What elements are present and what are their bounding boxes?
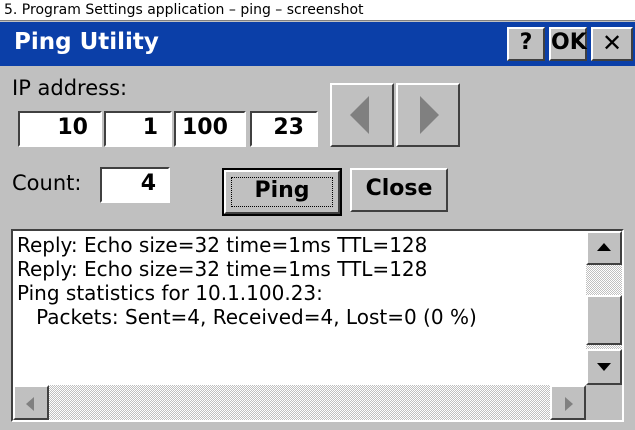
close-window-button[interactable]: ✕ xyxy=(591,27,633,61)
previous-button[interactable] xyxy=(330,83,394,147)
right-arrow-icon xyxy=(420,96,439,134)
scroll-up-button[interactable] xyxy=(586,231,622,265)
vertical-scrollbar[interactable] xyxy=(586,231,622,385)
vertical-scroll-thumb[interactable] xyxy=(586,295,622,345)
ping-utility-window: Ping Utility ? OK ✕ IP address: 10 1 100… xyxy=(0,20,635,430)
horizontal-scrollbar[interactable] xyxy=(13,385,586,420)
ip-octet-1-field[interactable]: 10 xyxy=(18,111,102,147)
left-arrow-icon xyxy=(350,96,369,134)
help-button[interactable]: ? xyxy=(507,27,545,61)
close-button[interactable]: Close xyxy=(350,168,448,212)
next-button[interactable] xyxy=(396,83,460,147)
ip-octet-2-field[interactable]: 1 xyxy=(104,111,172,147)
ok-button[interactable]: OK xyxy=(549,27,587,61)
left-arrow-icon xyxy=(26,397,34,411)
count-label: Count: xyxy=(12,171,82,195)
output-line: Reply: Echo size=32 time=1ms TTL=128 xyxy=(17,257,428,281)
ping-output-box: Reply: Echo size=32 time=1ms TTL=128 Repl… xyxy=(11,229,624,422)
title-bar: Ping Utility ? OK ✕ xyxy=(0,22,635,66)
ip-octet-4-field[interactable]: 23 xyxy=(250,111,318,147)
ip-address-label: IP address: xyxy=(12,76,128,100)
up-arrow-icon xyxy=(597,243,611,251)
down-arrow-icon xyxy=(597,363,611,371)
output-line: Ping statistics for 10.1.100.23: xyxy=(17,281,323,305)
ping-output-text: Reply: Echo size=32 time=1ms TTL=128 Repl… xyxy=(17,233,577,385)
page-caption: 5. Program Settings application – ping –… xyxy=(4,2,364,18)
ip-octet-3-field[interactable]: 100 xyxy=(174,111,246,147)
count-field[interactable]: 4 xyxy=(100,167,170,203)
scroll-left-button[interactable] xyxy=(13,385,49,420)
output-line: Reply: Echo size=32 time=1ms TTL=128 xyxy=(17,233,428,257)
right-arrow-icon xyxy=(565,397,573,411)
window-title: Ping Utility xyxy=(14,29,159,55)
output-line: Packets: Sent=4, Received=4, Lost=0 (0 %… xyxy=(17,305,477,329)
scrollbar-corner xyxy=(586,385,622,420)
scroll-down-button[interactable] xyxy=(586,349,622,385)
scroll-right-button[interactable] xyxy=(550,385,586,420)
focus-rectangle xyxy=(231,177,333,207)
ping-button[interactable]: Ping xyxy=(222,168,342,216)
